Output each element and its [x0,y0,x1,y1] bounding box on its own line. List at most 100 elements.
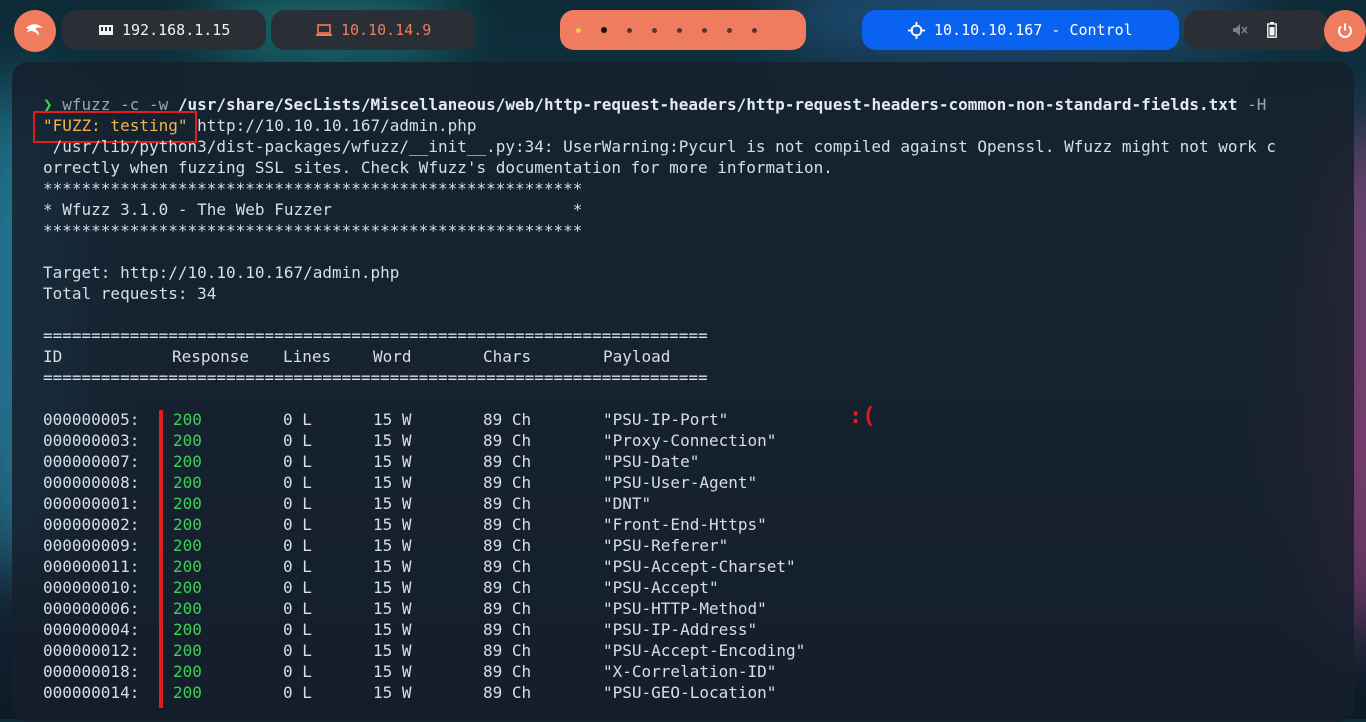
row-response: 200 [173,494,202,513]
row-word: 15 W [373,410,412,429]
row-word: 15 W [373,452,412,471]
row-lines: 0 L [283,662,312,681]
table-header: ID Response Lines Word Chars Payload [12,346,1354,367]
table-row: 000000001: 200 0 L 15 W 89 Ch "DNT" [12,493,1354,514]
table-row: 000000011: 200 0 L 15 W 89 Ch "PSU-Accept-Cha… [12,556,1354,577]
row-id: 000000005: [43,410,140,429]
workspace-5[interactable] [677,27,682,33]
row-chars: 89 Ch [483,515,532,534]
row-id: 000000018: [43,662,140,681]
header-lines: Lines [283,347,332,366]
workspace-3[interactable] [627,27,632,33]
row-word: 15 W [373,431,412,450]
battery-icon[interactable] [1267,22,1277,38]
row-lines: 0 L [283,473,312,492]
local-ip-indicator[interactable]: 192.168.1.15 [62,10,266,50]
row-payload: "Proxy-Connection" [603,431,777,450]
sad-face-annotation: :( [849,404,876,429]
row-lines: 0 L [283,515,312,534]
row-response: 200 [173,452,202,471]
local-ip-text: 192.168.1.15 [122,21,231,39]
workspace-7[interactable] [727,27,732,33]
vpn-ip-text: 10.10.14.9 [341,21,432,39]
vpn-ip-indicator[interactable]: 10.10.14.9 [271,10,476,50]
laptop-icon [316,23,332,37]
network-card-icon [98,22,114,38]
warning-line: orrectly when fuzzing SSL sites. Check W… [43,158,833,177]
separator: ========================================… [43,326,708,345]
table-row: 000000018: 200 0 L 15 W 89 Ch "X-Correlation-… [12,661,1354,682]
crosshair-icon [908,22,925,39]
workspace-2[interactable] [601,27,607,33]
power-button[interactable] [1324,10,1366,52]
workspace-switcher[interactable] [560,10,806,50]
row-lines: 0 L [283,557,312,576]
row-word: 15 W [373,578,412,597]
row-id: 000000002: [43,515,140,534]
row-payload: "Front-End-Https" [603,515,767,534]
row-chars: 89 Ch [483,473,532,492]
table-row: 000000012: 200 0 L 15 W 89 Ch "PSU-Accept-Enc… [12,640,1354,661]
header-response: Response [172,347,250,366]
row-id: 000000004: [43,620,140,639]
row-lines: 0 L [283,494,312,513]
row-id: 000000007: [43,452,140,471]
row-payload: "PSU-Referer" [603,536,729,555]
header-word: Word [373,347,412,366]
row-chars: 89 Ch [483,494,532,513]
row-payload: "PSU-IP-Port" [603,410,729,429]
cmd-wordlist-path: /usr/share/SecLists/Miscellaneous/web/ht… [177,95,1238,114]
workspace-8[interactable] [752,27,757,33]
row-word: 15 W [373,536,412,555]
row-lines: 0 L [283,410,312,429]
row-chars: 89 Ch [483,599,532,618]
table-row: 000000007: 200 0 L 15 W 89 Ch "PSU-Date" [12,451,1354,472]
row-chars: 89 Ch [483,578,532,597]
row-id: 000000003: [43,431,140,450]
warning-line: /usr/lib/python3/dist-packages/wfuzz/__i… [43,137,1276,156]
row-response: 200 [173,536,202,555]
row-word: 15 W [373,620,412,639]
row-lines: 0 L [283,578,312,597]
row-chars: 89 Ch [483,410,532,429]
row-lines: 0 L [283,641,312,660]
target-indicator[interactable]: 10.10.10.167 - Control [862,10,1179,50]
row-id: 000000009: [43,536,140,555]
row-payload: "PSU-IP-Address" [603,620,758,639]
table-row: 000000002: 200 0 L 15 W 89 Ch "Front-End-Http… [12,514,1354,535]
row-chars: 89 Ch [483,452,532,471]
power-icon [1336,22,1354,40]
header-payload: Payload [603,347,671,366]
row-chars: 89 Ch [483,662,532,681]
row-response: 200 [173,599,202,618]
table-row: 000000009: 200 0 L 15 W 89 Ch "PSU-Referer" [12,535,1354,556]
banner-title: * Wfuzz 3.1.0 - The Web Fuzzer * [43,200,583,219]
banner-stars: ****************************************… [43,221,583,240]
row-payload: "PSU-HTTP-Method" [603,599,767,618]
row-response: 200 [173,431,202,450]
row-chars: 89 Ch [483,536,532,555]
banner-stars: ****************************************… [43,179,583,198]
row-response: 200 [173,620,202,639]
workspace-4[interactable] [652,27,657,33]
row-payload: "X-Correlation-ID" [603,662,777,681]
row-payload: "PSU-User-Agent" [603,473,758,492]
row-id: 000000006: [43,599,140,618]
terminal-window[interactable]: ❯ wfuzz -c -w /usr/share/SecLists/Miscel… [12,62,1354,722]
top-bar: 192.168.1.15 10.10.14.9 10.10.10.167 - C… [0,0,1366,62]
system-tray [1184,10,1328,50]
row-lines: 0 L [283,683,312,702]
cmd-header-flag: -H [1237,95,1267,114]
table-row: 000000003: 200 0 L 15 W 89 Ch "Proxy-Connecti… [12,430,1354,451]
row-chars: 89 Ch [483,683,532,702]
kali-menu-button[interactable] [14,10,56,52]
workspace-1[interactable] [576,27,581,33]
row-payload: "PSU-Accept" [603,578,719,597]
row-id: 000000014: [43,683,140,702]
workspace-6[interactable] [702,27,707,33]
row-lines: 0 L [283,536,312,555]
row-word: 15 W [373,494,412,513]
row-word: 15 W [373,599,412,618]
volume-muted-icon[interactable] [1232,23,1248,37]
row-id: 000000001: [43,494,140,513]
